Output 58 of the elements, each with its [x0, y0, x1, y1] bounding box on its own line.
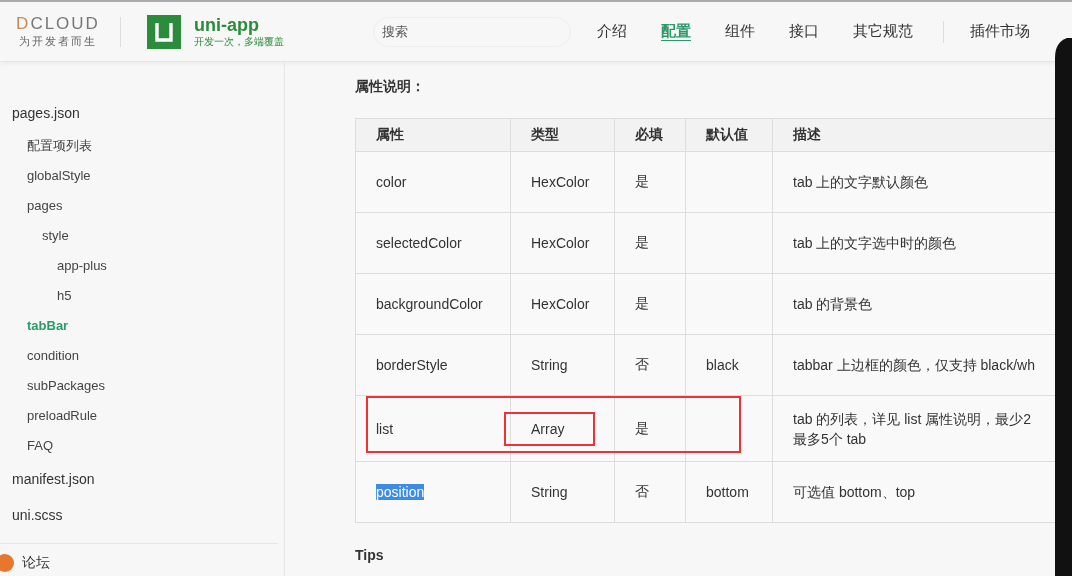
sidebar-item[interactable]: preloadRule	[0, 401, 284, 431]
tips-heading: Tips	[355, 547, 385, 563]
brand-slogan: 开发一次，多端覆盖	[194, 35, 284, 49]
brand-logo-icon[interactable]	[147, 14, 181, 49]
section-heading: 属性说明：	[355, 78, 426, 96]
sidebar-item[interactable]: 配置项列表	[0, 131, 284, 161]
column-header: 属性	[356, 119, 511, 151]
column-header: 类型	[511, 119, 615, 151]
sidebar-item[interactable]: FAQ	[0, 431, 284, 461]
brand-name[interactable]: uni-app	[194, 14, 284, 35]
search-field[interactable]: 搜索	[373, 16, 571, 47]
table-cell-text: tab 的列表，详见 list 属性说明，最少2 最多5个 tab	[793, 409, 1032, 449]
sidebar-item[interactable]: app-plus	[0, 251, 284, 281]
table-cell: 是	[635, 173, 649, 191]
sidebar-item[interactable]: condition	[0, 341, 284, 371]
table-cell: HexColor	[531, 174, 590, 190]
sidebar-item[interactable]: globalStyle	[0, 161, 284, 191]
table-cell: String	[531, 484, 568, 500]
forum-link[interactable]: 论坛	[22, 554, 50, 572]
nav-tab[interactable]: 接口	[789, 22, 819, 41]
table-cell: 否	[635, 356, 649, 374]
table-cell: bottom	[706, 484, 749, 500]
nav-tab[interactable]: 介绍	[597, 22, 627, 41]
table-cell: 否	[635, 483, 649, 501]
table-cell-text: tab 上的文字选中时的颜色	[793, 234, 957, 253]
table-cell: backgroundColor	[376, 296, 483, 312]
sidebar-item[interactable]: pages	[0, 191, 284, 221]
sidebar-item[interactable]: subPackages	[0, 371, 284, 401]
table-cell: color	[376, 174, 407, 190]
column-header: 默认值	[686, 119, 773, 151]
table-cell: HexColor	[531, 235, 590, 251]
dcloud-logo[interactable]: DCLOUD	[16, 14, 100, 34]
nav-tab[interactable]: 其它规范	[853, 22, 913, 41]
nav-tab[interactable]: 组件	[725, 22, 755, 41]
forum-icon[interactable]	[0, 554, 14, 572]
table-cell: Array	[531, 420, 565, 437]
table-cell-text: tab 的背景色	[793, 295, 873, 314]
table-cell-text: tabbar 上边框的颜色，仅支持 black/wh	[793, 356, 1035, 375]
plugin-market-link[interactable]: 插件市场	[970, 22, 1030, 41]
table-cell: position	[376, 484, 425, 500]
logo-tagline: 为开发者而生	[19, 34, 97, 49]
sidebar-item[interactable]: manifest.json	[0, 461, 284, 497]
sidebar-item[interactable]: h5	[0, 281, 284, 311]
table-cell-text: 可选值 bottom、top	[793, 483, 916, 502]
table-cell: HexColor	[531, 296, 590, 312]
column-header: 必填	[615, 119, 686, 151]
table-cell-text: tab 上的文字默认颜色	[793, 173, 929, 192]
sidebar-item[interactable]: uni.scss	[0, 497, 284, 533]
sidebar-item[interactable]: pages.json	[0, 95, 284, 131]
table-cell: String	[531, 357, 568, 373]
table-cell: 是	[635, 419, 649, 438]
table-cell: borderStyle	[376, 357, 448, 373]
sidebar-item[interactable]: style	[0, 221, 284, 251]
table-cell: 是	[635, 295, 649, 313]
table-cell: selectedColor	[376, 235, 462, 251]
table-cell: 是	[635, 234, 649, 252]
table-cell: black	[706, 357, 739, 373]
table-cell: list	[376, 420, 394, 437]
